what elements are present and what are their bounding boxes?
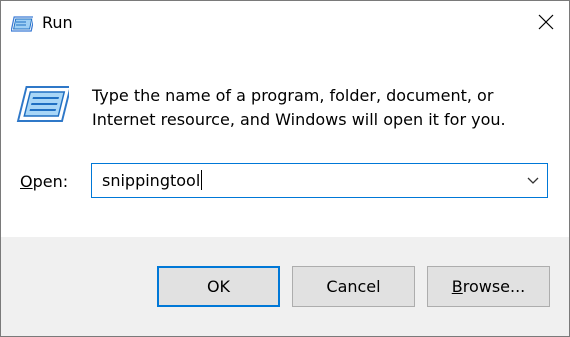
browse-accelerator: B (451, 277, 463, 296)
close-icon (538, 14, 554, 34)
open-input-value: snippingtool (102, 171, 201, 190)
button-bar: OK Cancel Browse... (1, 237, 569, 336)
browse-label: rowse... (462, 277, 526, 296)
text-caret (201, 170, 203, 190)
open-input[interactable]: snippingtool (102, 170, 203, 192)
open-label: Open: (20, 171, 68, 193)
chevron-down-icon[interactable] (525, 173, 541, 189)
cancel-button[interactable]: Cancel (292, 266, 415, 307)
run-icon (10, 13, 35, 33)
run-icon (15, 85, 72, 125)
window-title: Run (42, 13, 73, 32)
open-label-accelerator: O (20, 172, 33, 191)
ok-button[interactable]: OK (157, 266, 280, 307)
title-bar[interactable]: Run (1, 1, 569, 47)
prompt-text: Type the name of a program, folder, docu… (92, 86, 506, 129)
close-button[interactable] (523, 1, 569, 47)
browse-button[interactable]: Browse... (427, 266, 550, 307)
run-dialog: Run Type the name of a program, folder, … (0, 0, 570, 337)
open-combobox[interactable]: snippingtool (91, 163, 548, 198)
open-label-text: pen: (32, 172, 69, 191)
